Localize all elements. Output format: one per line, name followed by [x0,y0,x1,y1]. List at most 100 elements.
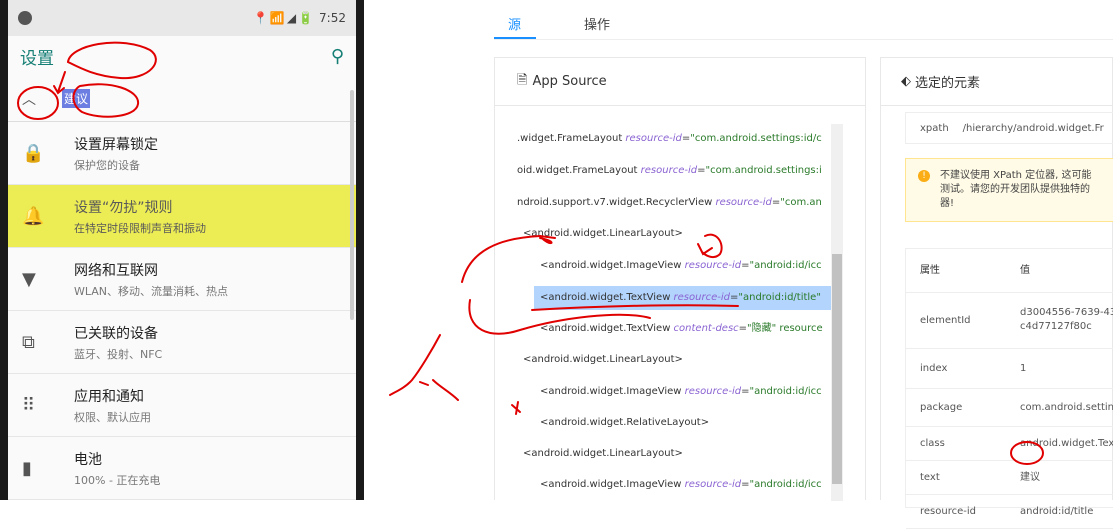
node-attr-name: resource-id [684,260,742,271]
warning-icon: ! [918,170,930,182]
attribute-value[interactable]: 1 [1020,349,1026,388]
settings-item-title: 电池 [74,451,102,468]
node-attr-name: resource-id [640,165,698,176]
attribute-key: index [920,363,948,374]
source-node-row[interactable]: <android.widget.TextView resource-id="an… [534,286,834,310]
attribute-value-line-1: d3004556-7639-43 [1020,307,1113,318]
attribute-key: package [920,402,963,413]
status-icons: 📍📶◢🔋 [252,11,316,25]
node-attr-value: "com.android.settings:id/c [690,133,822,144]
attributes-header-row: 属性 值 [906,249,1113,293]
xpath-warning: ! 不建议使用 XPath 定位器, 这可能 测试。请您的开发团队提供独特的 器… [905,158,1113,222]
settings-item-subtitle: 保护您的设备 [74,158,140,172]
source-node-row[interactable]: <android.widget.TextView content-desc="隐… [540,317,823,341]
node-tag: <android.widget.LinearLayout> [523,448,683,459]
source-node-row[interactable]: <android.widget.LinearLayout> [523,348,683,372]
node-attr-eq: = [738,323,748,334]
attribute-value[interactable]: 建议 [1020,461,1040,494]
settings-item-1[interactable]: 🔔 设置“勿扰”规则在特定时段限制声音和振动 [8,185,356,248]
bell-icon: 🔔 [22,205,45,227]
selected-element-title: 选定的元素 [915,76,981,91]
search-icon[interactable]: ⚲ [331,46,344,67]
lock-icon: 🔒 [22,142,45,164]
settings-item-subtitle: 蓝牙、投射、NFC [74,347,163,361]
attribute-key: class [920,438,945,449]
attribute-value[interactable]: android:id/title [1020,495,1093,528]
source-node-row[interactable]: <android.widget.RelativeLayout> [540,411,709,435]
source-node-row[interactable]: <android.widget.LinearLayout> [523,442,683,466]
node-tag: <android.widget.LinearLayout> [523,354,683,365]
device-frame: 📍📶◢🔋 7:52 设置 ⚲ ︿ 建议 🔒 设置屏幕锁定 保护您的设备 🔔 设置“勿扰”… [0,0,364,500]
chevron-up-icon[interactable]: ︿ [22,89,62,109]
settings-item-3[interactable]: ⧉ 已关联的设备 蓝牙、投射、NFC [8,311,356,374]
node-attr-value: "android:id/icc [749,386,822,397]
attribute-key: text [920,472,940,483]
source-node-row[interactable]: <android.widget.LinearLayout> [523,222,683,246]
warning-line-2: 测试。请您的开发团队提供独特的 [940,184,1090,195]
settings-item-subtitle: WLAN、移动、流量消耗、热点 [74,284,229,298]
node-attr-name: resource-id [673,292,730,303]
node-attr-name: content-desc [673,323,739,334]
source-node-row[interactable]: <android.widget.ImageView resource-id="a… [540,473,822,497]
attributes-table: 属性 值 elementId d3004556-7639-43 c4d77127f8… [905,248,1113,529]
attribute-row: elementId d3004556-7639-43 c4d77127f80c [906,293,1113,349]
source-node-row[interactable]: <android.widget.ImageView resource-id="a… [540,254,822,278]
inspector-tabs: 源 操作 [494,0,1113,40]
xpath-label: xpath [920,122,949,134]
device-scrollbar[interactable] [350,90,354,320]
app-source-header: 🗎 App Source [495,58,865,106]
app-source-title: App Source [532,74,607,89]
settings-item-title: 网络和互联网 [74,262,158,279]
selected-element-header: ⬖ 选定的元素 [881,58,1112,106]
node-tag: oid.widget.FrameLayout [517,165,641,176]
node-attr-name: resource-id [684,386,742,397]
value-col-header: 值 [1020,265,1030,276]
settings-item-title: 设置“勿扰”规则 [74,199,173,216]
active-tab-indicator [494,37,536,39]
attribute-row: resource-id android:id/title [906,495,1113,529]
xpath-value[interactable]: /hierarchy/android.widget.Fr [963,123,1104,134]
warning-line-1: 不建议使用 XPath 定位器, 这可能 [940,170,1092,181]
settings-item-5[interactable]: ▮ 电池 100% - 正在充电 [8,437,356,500]
attribute-value[interactable]: android.widget.Tex [1020,427,1113,460]
node-attr-value: "android:id/title" [738,292,821,303]
attribute-key: elementId [920,315,971,326]
node-attr-value: "com.android.settings:i [705,165,822,176]
attribute-row: text 建议 [906,461,1113,495]
source-node-row[interactable]: .widget.FrameLayout resource-id="com.and… [517,127,822,151]
settings-item-0[interactable]: 🔒 设置屏幕锁定 保护您的设备 [8,122,356,185]
node-tag: <android.widget.ImageView [540,386,685,397]
node-tag: <android.widget.ImageView [540,260,685,271]
settings-item-2[interactable]: ▼ 网络和互联网 WLAN、移动、流量消耗、热点 [8,248,356,311]
node-tag: <android.widget.ImageView [540,479,685,490]
suggestion-label: 建议 [62,89,91,108]
source-node-row[interactable]: <android.widget.ImageView resource-id="a… [540,380,822,404]
settings-item-subtitle: 在特定时段限制声音和振动 [74,221,206,235]
settings-title: 设置 [20,48,54,69]
attribute-value-line-2: c4d77127f80c [1020,321,1092,332]
source-scrollbar-thumb[interactable] [832,254,842,484]
warning-line-3: 器! [940,198,955,209]
source-node-row[interactable]: oid.widget.FrameLayout resource-id="com.… [517,159,822,183]
node-attr-value: "android:id/icc [749,479,822,490]
suggestion-header[interactable]: ︿ 建议 [8,76,356,122]
attribute-value[interactable]: com.android.settin [1020,389,1113,426]
settings-item-title: 设置屏幕锁定 [74,136,158,153]
tab-source[interactable]: 源 [508,14,521,33]
node-attr-name: resource-id [625,133,682,144]
xpath-row: xpath /hierarchy/android.widget.Fr [905,112,1113,144]
node-attr-eq: = [681,133,691,144]
settings-item-subtitle: 权限、默认应用 [74,410,151,424]
node-tag: <android.widget.RelativeLayout> [540,417,710,428]
source-scrollbar[interactable] [831,124,843,501]
node-tag: <android.widget.TextView [540,292,674,303]
node-attr-value: "隐藏" resource [747,323,823,334]
attribute-row: index 1 [906,349,1113,389]
tab-actions[interactable]: 操作 [584,14,610,33]
wifi-icon: ▼ [22,268,36,290]
source-node-row[interactable]: ndroid.support.v7.widget.RecyclerView re… [517,191,822,215]
attribute-value[interactable]: d3004556-7639-43 c4d77127f80c [1020,306,1113,334]
attribute-row: class android.widget.Tex [906,427,1113,461]
settings-item-4[interactable]: ⠿ 应用和通知 权限、默认应用 [8,374,356,437]
node-tag: <android.widget.TextView [540,323,674,334]
